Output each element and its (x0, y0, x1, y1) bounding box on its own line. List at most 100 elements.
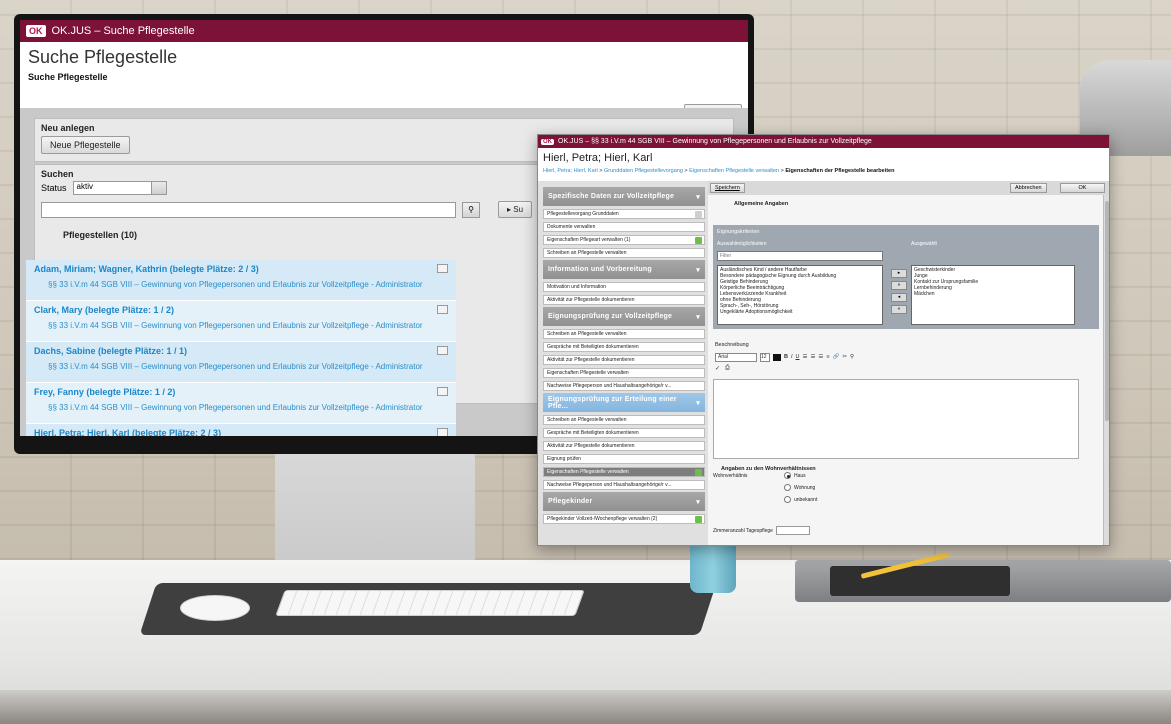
nav-section-header[interactable]: Information und Vorbereitung ▾ (543, 260, 705, 279)
criteria-option[interactable]: Mädchen (914, 291, 1072, 297)
font-select[interactable]: Arial (715, 352, 757, 362)
nav-item[interactable]: Schreiben an Pflegestelle verwalten (543, 329, 705, 339)
breadcrumb-item[interactable]: Eigenschaften Pflegestelle verwalten (689, 168, 779, 174)
nav-item-label: Aktivität zur Pflegestelle dokumentieren (547, 297, 635, 303)
nav-item[interactable]: Schreiben an Pflegestelle verwalten (543, 415, 705, 425)
list-item[interactable]: Frey, Fanny (belegte Plätze: 1 / 2) §§ 3… (26, 383, 456, 424)
move-right-icon[interactable]: ▸ (891, 269, 907, 278)
nav-item[interactable]: Eigenschaften Pflegestelle verwalten (543, 368, 705, 378)
chevron-down-icon[interactable]: ▾ (696, 399, 700, 407)
italic-icon[interactable]: I (791, 354, 793, 360)
nav-item[interactable]: Aktivität zur Pflegestelle dokumentieren (543, 441, 705, 451)
nav-item[interactable]: Aktivität zur Pflegestelle dokumentieren (543, 355, 705, 365)
nav-item-label: Aktivität zur Pflegestelle dokumentieren (547, 443, 635, 449)
list-item[interactable]: Clark, Mary (belegte Plätze: 1 / 2) §§ 3… (26, 301, 456, 342)
nav-item-label: Eigenschaften Pflegestelle verwalten (547, 469, 629, 475)
list-item-name[interactable]: Frey, Fanny (belegte Plätze: 1 / 2) (34, 387, 448, 397)
breadcrumb-item[interactable]: Hierl, Petra; Hierl, Karl (543, 168, 598, 174)
size-select[interactable]: 12 (760, 352, 770, 362)
radio-icon[interactable] (784, 484, 791, 491)
breadcrumb-item[interactable]: Grunddaten Pflegestellevorgang (604, 168, 683, 174)
list-item-name[interactable]: Dachs, Sabine (belegte Plätze: 1 / 1) (34, 346, 448, 356)
housing-option-haus[interactable]: Haus (784, 472, 806, 479)
list-item-name[interactable]: Hierl, Petra; Hierl, Karl (belegte Plätz… (34, 428, 448, 436)
new-pflegestelle-button[interactable]: Neue Pflegestelle (41, 136, 130, 154)
nav-item[interactable]: Eigenschaften Pflegeart verwalten (1) (543, 235, 705, 245)
selected-list[interactable]: Geschwisterkinder Junge Kontakt zur Urspru… (911, 265, 1075, 325)
edit-icon[interactable] (437, 346, 448, 355)
nav-item[interactable]: Nachweise Pflegeperson und Haushaltsange… (543, 381, 705, 391)
chevron-down-icon[interactable]: ▾ (696, 266, 700, 274)
underline-icon[interactable]: U (796, 354, 800, 360)
move-left-icon[interactable]: ◂ (891, 293, 907, 302)
housing-option-unbekannt[interactable]: unbekannt (784, 496, 817, 503)
nav-item[interactable]: Nachweise Pflegeperson und Haushaltsange… (543, 480, 705, 490)
filter-input[interactable]: Filter (717, 251, 883, 261)
magnifier-icon[interactable]: ⚲ (462, 201, 480, 218)
check-icon (695, 210, 702, 218)
edit-icon[interactable] (437, 387, 448, 396)
nav-item[interactable]: Aktivität zur Pflegestelle dokumentieren (543, 295, 705, 305)
list-item[interactable]: Dachs, Sabine (belegte Plätze: 1 / 1) §§… (26, 342, 456, 383)
ok-button[interactable]: OK (1060, 183, 1105, 193)
nav-section-header[interactable]: Pflegekinder ▾ (543, 492, 705, 511)
list-item[interactable]: Hierl, Petra; Hierl, Karl (belegte Plätz… (26, 424, 456, 436)
chevron-down-icon[interactable]: ▾ (696, 193, 700, 201)
status-select[interactable]: aktiv (72, 181, 153, 195)
nav-item[interactable]: Schreiben an Pflegestelle verwalten (543, 248, 705, 258)
cut-icon[interactable]: ✂ (842, 354, 847, 360)
align-center-icon[interactable]: ☰ (810, 354, 815, 360)
nav-item[interactable]: Pflegekinder Vollzeit-/Wochenpflege verw… (543, 514, 705, 524)
housing-option-wohnung[interactable]: Wohnung (784, 484, 815, 491)
nav-section-title: Pflegekinder (548, 498, 593, 505)
rooms-input[interactable] (775, 526, 810, 535)
criteria-option[interactable]: Ungeklärte Adoptionsmöglichkeit (720, 309, 880, 315)
available-list[interactable]: Ausländisches Kind / andere Hautfarbe Bes… (717, 265, 883, 325)
bullet-list-icon[interactable]: ≡ (826, 354, 829, 360)
nav-section-title: Information und Vorbereitung (548, 266, 652, 273)
nav-item[interactable]: Dokumente verwalten (543, 222, 705, 232)
list-item-name[interactable]: Clark, Mary (belegte Plätze: 1 / 2) (34, 305, 448, 315)
criteria-panel: Eignungskriterien Auswahlmöglichkeiten A… (713, 225, 1099, 329)
page-title: Suche Pflegestelle (28, 47, 178, 67)
edit-icon[interactable] (437, 428, 448, 436)
nav-item[interactable]: Eigenschaften Pflegestelle verwalten (543, 467, 705, 477)
check-icon (695, 468, 702, 476)
edit-icon[interactable] (437, 305, 448, 314)
radio-selected-icon[interactable] (784, 472, 791, 479)
edit-icon[interactable] (437, 264, 448, 273)
chevron-down-icon[interactable]: ▾ (696, 498, 700, 506)
list-item-name[interactable]: Adam, Miriam; Wagner, Kathrin (belegte P… (34, 264, 448, 274)
move-all-left-icon[interactable]: « (891, 305, 907, 314)
print-icon[interactable]: ⎙ (725, 365, 730, 372)
nav-item[interactable]: Gespräche mit Beteiligten dokumentieren (543, 342, 705, 352)
cancel-button[interactable]: Abbrechen (1010, 183, 1047, 193)
nav-item[interactable]: Pflegestellevorgang Grunddaten (543, 209, 705, 219)
chevron-down-icon[interactable]: ▾ (696, 313, 700, 321)
nav-item[interactable]: Gespräche mit Beteiligten dokumentieren (543, 428, 705, 438)
align-left-icon[interactable]: ☰ (803, 354, 808, 360)
chevron-down-icon[interactable] (150, 181, 167, 195)
nav-item-label: Schreiben an Pflegestelle verwalten (547, 331, 627, 337)
save-button[interactable]: Speichern (710, 183, 745, 193)
list-item[interactable]: Adam, Miriam; Wagner, Kathrin (belegte P… (26, 260, 456, 301)
nav-section-header[interactable]: Spezifische Daten zur Vollzeitpflege ▾ (543, 187, 705, 206)
text-color-icon[interactable] (773, 353, 781, 361)
move-all-right-icon[interactable]: » (891, 281, 907, 290)
spellcheck-icon[interactable]: ✓ (715, 365, 720, 372)
align-right-icon[interactable]: ☰ (818, 354, 823, 360)
search-icon[interactable]: ⚲ (850, 354, 854, 360)
nav-item[interactable]: Eignung prüfen (543, 454, 705, 464)
link-icon[interactable]: 🔗 (833, 354, 840, 360)
bold-icon[interactable]: B (784, 354, 788, 360)
search-button[interactable]: ▸ Su (498, 201, 533, 218)
nav-section-header[interactable]: Eignungsprüfung zur Erteilung einer Pfle… (543, 393, 705, 412)
nav-section-header[interactable]: Eignungsprüfung zur Vollzeitpflege ▾ (543, 307, 705, 326)
nav-item-label: Dokumente verwalten (547, 224, 596, 230)
radio-icon[interactable] (784, 496, 791, 503)
dialog-scrollbar[interactable] (1103, 195, 1109, 545)
nav-item[interactable]: Motivation und Information (543, 282, 705, 292)
description-editor[interactable] (713, 379, 1079, 459)
search-input[interactable] (41, 201, 456, 218)
list-item-desc: §§ 33 i.V.m 44 SGB VIII – Gewinnung von … (48, 362, 423, 371)
